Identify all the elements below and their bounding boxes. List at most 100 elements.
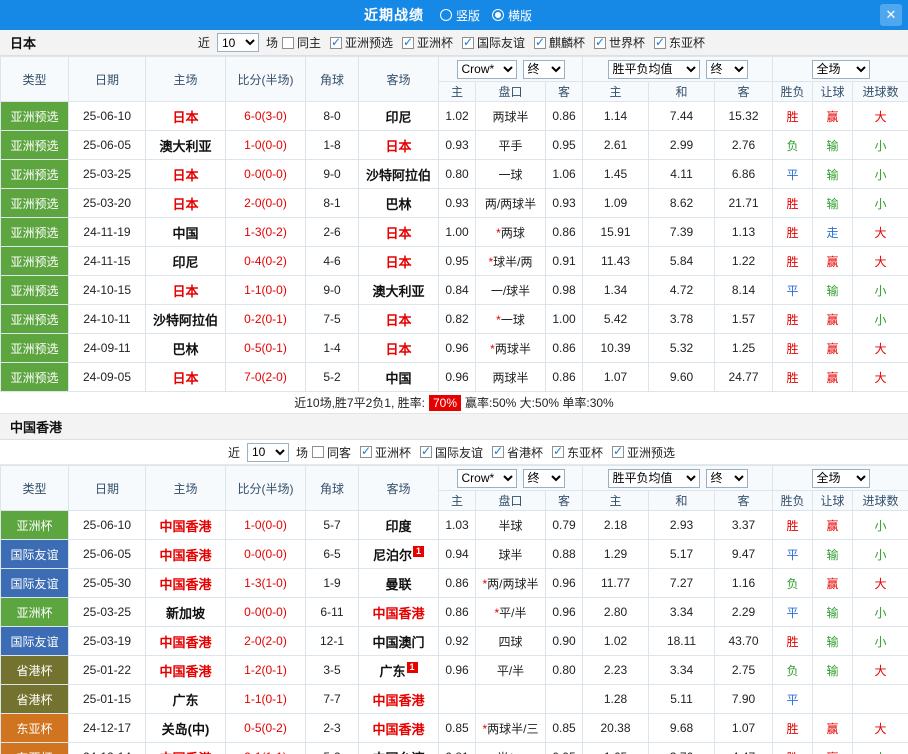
filter-label: 麒麟杯	[549, 36, 586, 50]
lose-odds: 43.70	[714, 626, 774, 656]
match-row: 亚洲预选 24-09-05 日本 7-0(2-0) 5-2 中国 0.96 两球半 0.86 1.…	[0, 362, 908, 392]
filter-label: 国际友谊	[477, 36, 526, 50]
lose-odds: 2.76	[714, 130, 774, 160]
filter-checkbox-6[interactable]: 东亚杯	[654, 34, 705, 51]
corner-score: 1-4	[305, 333, 359, 363]
wdl-avg-select[interactable]: 胜平负均值	[607, 468, 700, 488]
home-handicap-odds	[438, 684, 476, 714]
sub-header: 胜负	[772, 81, 814, 102]
match-date: 24-09-05	[68, 362, 146, 392]
result-wdl: 负	[772, 568, 814, 598]
home-handicap-odds: 0.85	[438, 713, 476, 743]
home-handicap-odds: 0.95	[438, 246, 476, 276]
corner-score: 1-8	[305, 130, 359, 160]
draw-odds: 4.11	[648, 159, 716, 189]
draw-odds: 3.34	[648, 655, 716, 685]
result-handicap: 赢	[812, 510, 854, 540]
col-header-home: 主场	[145, 465, 226, 511]
away-team: 中国香港	[358, 684, 439, 714]
win-odds: 15.91	[582, 217, 650, 247]
away-handicap-odds: 0.86	[544, 333, 584, 363]
filter-checkbox-3[interactable]: 省港杯	[492, 444, 543, 461]
col-header-away: 客场	[358, 465, 439, 511]
stats-row: 近10场,胜7平2负1, 胜率: 70% 赢率:50% 大:50% 单率:30%	[0, 392, 908, 414]
result-goals: 大	[852, 217, 908, 247]
filter-checkbox-3[interactable]: 国际友谊	[462, 34, 525, 51]
result-goals: 大	[852, 655, 908, 685]
filter-label: 亚洲杯	[416, 36, 453, 50]
filter-label: 亚洲预选	[627, 445, 676, 460]
checkbox-icon	[534, 35, 547, 49]
recent-count-select[interactable]: 10	[246, 442, 289, 462]
layout-radio-vertical[interactable]: 竖版	[439, 7, 480, 24]
home-handicap-odds: 0.94	[438, 539, 476, 569]
result-goals: 小	[852, 159, 908, 189]
filter-checkbox-0[interactable]: 同主	[281, 34, 321, 51]
home-team: 中国香港	[145, 539, 226, 569]
home-team: 日本	[145, 188, 226, 218]
lose-odds: 1.25	[714, 333, 774, 363]
draw-odds: 5.32	[648, 333, 716, 363]
recent-count-select[interactable]: 10	[216, 33, 259, 52]
draw-odds: 5.17	[648, 539, 716, 569]
match-type-badge: 国际友谊	[0, 568, 69, 598]
filter-checkbox-5[interactable]: 世界杯	[594, 34, 645, 51]
scope-select[interactable]: 全场	[811, 468, 870, 488]
result-handicap: 输	[812, 655, 854, 685]
home-team: 日本	[145, 362, 226, 392]
final-odds-select[interactable]: 终	[705, 59, 748, 79]
away-handicap-odds: 0.86	[544, 362, 584, 392]
home-team: 中国香港	[145, 568, 226, 598]
final-odds-select[interactable]: 终	[522, 468, 565, 488]
layout-radio-horizontal[interactable]: 横版	[492, 7, 532, 24]
home-team: 中国香港	[145, 655, 226, 685]
away-handicap-odds: 0.86	[544, 217, 584, 247]
match-row: 亚洲预选 24-11-15 印尼 0-4(0-2) 4-6 日本 0.95 *球半/两 0.91…	[0, 246, 908, 276]
filter-label: 世界杯	[609, 36, 646, 50]
sub-header: 和	[648, 490, 716, 511]
page-title: 近期战绩	[363, 7, 424, 23]
match-date: 25-06-05	[68, 130, 146, 160]
filter-checkbox-0[interactable]: 同客	[311, 444, 351, 461]
draw-odds: 3.76	[648, 742, 716, 754]
filter-label: 东亚杯	[669, 36, 706, 50]
wdl-odds-group: 胜平负均值终	[582, 56, 774, 82]
section-header: 日本 近10场同主亚洲预选亚洲杯国际友谊麒麟杯世界杯东亚杯	[0, 30, 908, 56]
win-odds: 11.77	[582, 568, 650, 598]
wdl-avg-select[interactable]: 胜平负均值	[607, 59, 700, 79]
filter-label: 同客	[326, 445, 351, 460]
corner-score: 5-2	[305, 742, 359, 754]
match-score: 1-0(0-0)	[225, 510, 306, 540]
scope-select[interactable]: 全场	[811, 59, 870, 79]
home-handicap-odds: 0.86	[438, 568, 476, 598]
away-handicap-odds: 0.90	[544, 626, 584, 656]
filter-checkbox-4[interactable]: 麒麟杯	[534, 34, 585, 51]
filter-checkbox-4[interactable]: 东亚杯	[552, 444, 603, 461]
filter-checkbox-2[interactable]: 亚洲杯	[401, 34, 453, 51]
filter-checkbox-1[interactable]: 亚洲预选	[329, 34, 393, 51]
close-icon[interactable]: ✕	[880, 4, 902, 26]
win-odds: 5.42	[582, 304, 650, 334]
result-wdl: 负	[772, 130, 814, 160]
final-odds-select[interactable]: 终	[705, 468, 748, 488]
result-goals	[852, 684, 908, 714]
handicap-line: *两球半/三	[475, 713, 546, 743]
match-score: 1-3(0-2)	[225, 217, 306, 247]
filter-checkbox-5[interactable]: 亚洲预选	[612, 444, 675, 461]
result-handicap: 输	[812, 539, 854, 569]
bookmaker-select[interactable]: Crow*	[456, 468, 517, 488]
final-odds-select[interactable]: 终	[522, 59, 565, 79]
win-odds: 1.07	[582, 362, 650, 392]
sub-header: 主	[582, 490, 650, 511]
filter-checkbox-2[interactable]: 国际友谊	[420, 444, 483, 461]
away-handicap-odds: 1.06	[544, 159, 584, 189]
checkbox-icon	[401, 35, 414, 49]
bookmaker-select[interactable]: Crow*	[456, 59, 517, 79]
result-handicap: 赢	[812, 742, 854, 754]
result-wdl: 胜	[772, 713, 814, 743]
handicap-line: 一球	[475, 159, 546, 189]
filter-checkbox-1[interactable]: 亚洲杯	[359, 444, 411, 461]
matches-table: 类型 日期 主场 比分(半场) 角球 客场 Crow* 终胜平负均值终全场主盘口客主和客胜负让…	[0, 465, 908, 754]
result-wdl: 平	[772, 539, 814, 569]
lose-odds: 2.75	[714, 655, 774, 685]
